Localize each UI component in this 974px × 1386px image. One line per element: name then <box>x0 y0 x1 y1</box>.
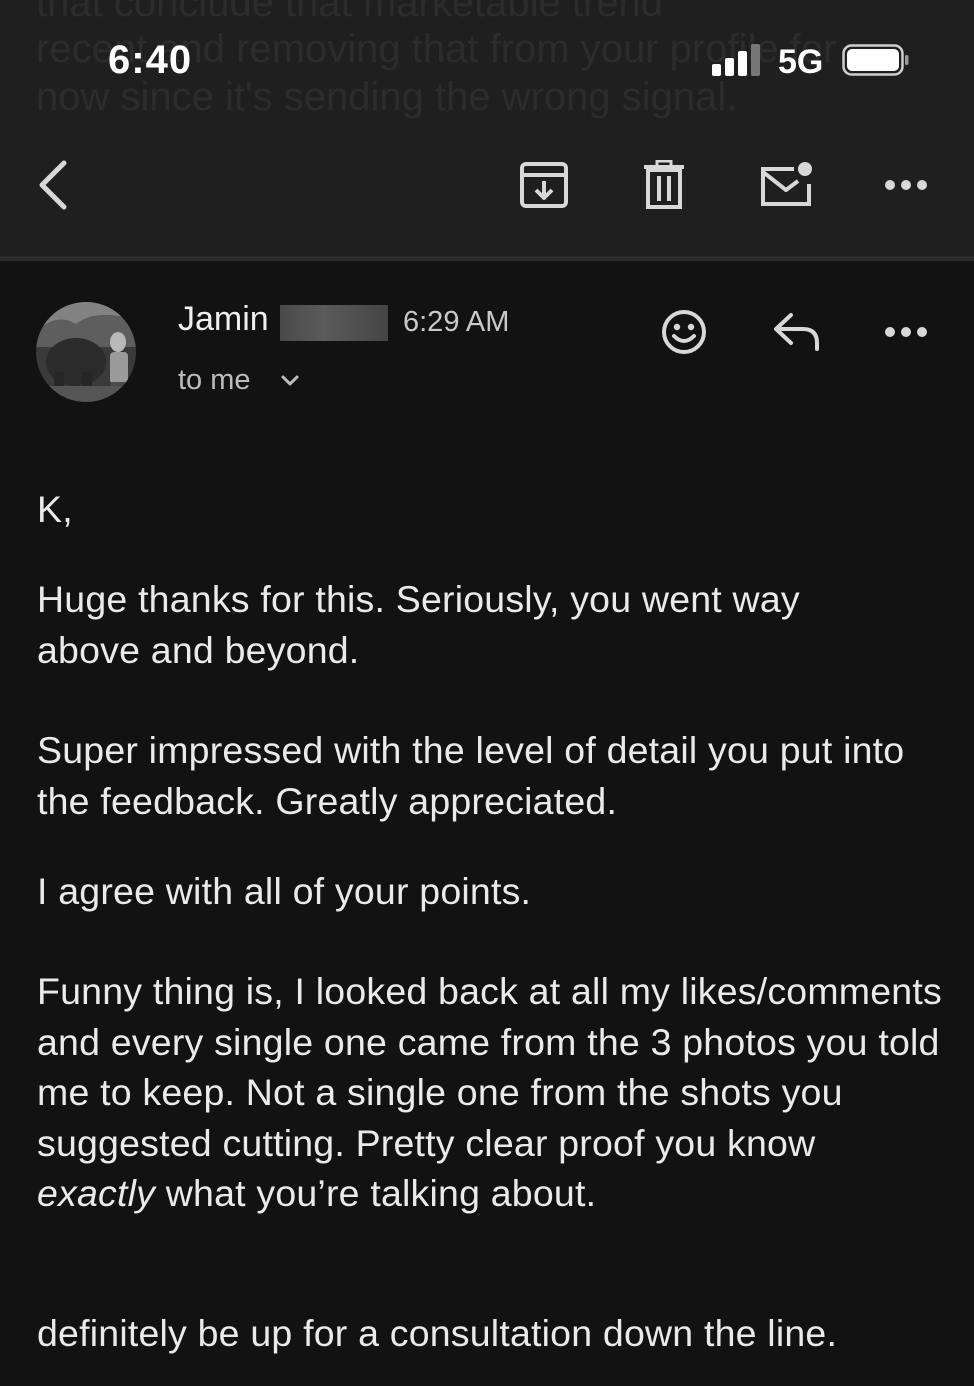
recipient-toggle[interactable]: to me <box>178 364 301 397</box>
reply-icon <box>774 313 819 351</box>
message-text: Funny thing is, I looked back at all my … <box>37 970 942 1164</box>
trash-icon <box>644 160 684 209</box>
message-text: what you’re talking about. <box>155 1172 597 1214</box>
toolbar-divider <box>0 256 974 261</box>
status-time: 6:40 <box>108 38 193 82</box>
message-paragraph: Huge thanks for this. Seriously, you wen… <box>37 578 800 671</box>
message-greeting: K, <box>37 488 73 530</box>
emoji-icon <box>662 310 706 354</box>
back-icon <box>39 160 67 210</box>
more-icon <box>885 327 927 337</box>
delete-button[interactable] <box>634 150 694 220</box>
archive-button[interactable] <box>512 150 576 220</box>
sent-time: 6:29 AM <box>403 306 510 338</box>
emphasized-text: exactly <box>37 1172 156 1214</box>
message-paragraph: Funny thing is, I looked back at all my … <box>37 966 942 1219</box>
more-options-button[interactable] <box>880 150 932 220</box>
message-paragraph: definitely be up for a consultation down… <box>37 1312 838 1354</box>
message-paragraph: I agree with all of your points. <box>37 870 532 912</box>
recipient-label: to me <box>178 364 251 396</box>
more-icon <box>885 180 927 190</box>
battery-icon <box>842 44 909 76</box>
message-paragraph: Super impressed with the level of detail… <box>37 729 905 822</box>
back-button[interactable] <box>28 150 78 220</box>
mark-unread-button[interactable] <box>756 150 816 220</box>
message-more-button[interactable] <box>880 304 932 360</box>
network-type: 5G <box>778 43 824 81</box>
avatar[interactable] <box>36 302 136 402</box>
archive-icon <box>520 162 568 208</box>
sender-name: Jamin <box>178 300 269 338</box>
top-bar: that conclude that marketable trend rece… <box>0 0 974 256</box>
add-reaction-button[interactable] <box>656 304 712 360</box>
reply-button[interactable] <box>768 304 824 360</box>
chevron-down-icon <box>281 375 299 385</box>
mark-unread-icon <box>761 162 812 206</box>
redacted-surname <box>280 305 388 341</box>
signal-icon <box>712 44 762 76</box>
